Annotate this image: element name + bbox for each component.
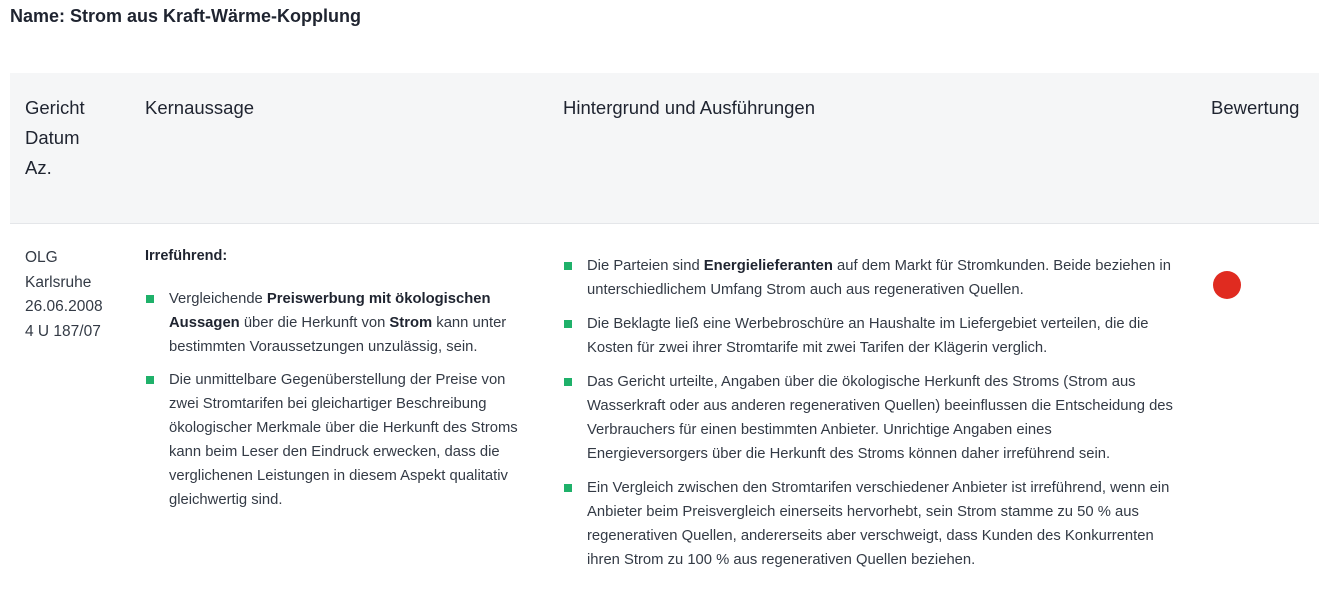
table-row: OLG Karlsruhe 26.06.2008 4 U 187/07 Irre… (10, 224, 1319, 604)
background-bullet-item: Ein Vergleich zwischen den Stromtarifen … (563, 476, 1173, 572)
text: Die Parteien sind (587, 258, 704, 274)
rating-red-dot-icon (1213, 271, 1241, 299)
core-bullet-list: Vergleichende Preiswerbung mit ökologisc… (145, 287, 525, 512)
text: Das Gericht urteilte, Angaben über die ö… (587, 374, 1173, 462)
background-bullet-item: Die Beklagte ließ eine Werbebroschüre an… (563, 312, 1173, 360)
green-square-bullet-icon (564, 378, 572, 386)
core-bullet-item: Vergleichende Preiswerbung mit ökologisc… (145, 287, 525, 359)
green-square-bullet-icon (564, 320, 572, 328)
text: über die Herkunft von (239, 315, 390, 331)
green-square-bullet-icon (564, 262, 572, 270)
case-number: 4 U 187/07 (25, 322, 101, 340)
court-location: Karlsruhe (25, 273, 92, 291)
header-court: Gericht Datum Az. (25, 97, 85, 178)
text: Die Beklagte ließ eine Werbebroschüre an… (587, 316, 1149, 356)
judgment-date: 26.06.2008 (25, 298, 103, 315)
header-background: Hintergrund und Ausführungen (563, 97, 815, 118)
header-core-statement: Kernaussage (145, 97, 255, 118)
table-header: Gericht Datum Az. Kernaussage Hintergrun… (10, 73, 1319, 224)
court-name: OLG (25, 249, 58, 266)
core-heading: Irreführend: (145, 248, 228, 264)
green-square-bullet-icon (146, 376, 154, 384)
green-square-bullet-icon (564, 484, 572, 492)
judgment-table: Gericht Datum Az. Kernaussage Hintergrun… (10, 73, 1319, 604)
background-bullet-item: Die Parteien sind Energielieferanten auf… (563, 254, 1173, 302)
text: Die unmittelbare Gegenüberstellung der P… (169, 372, 518, 508)
header-rating: Bewertung (1211, 97, 1300, 118)
page-title: Name: Strom aus Kraft-Wärme-Kopplung (10, 6, 362, 26)
core-bullet-item: Die unmittelbare Gegenüberstellung der P… (145, 368, 525, 512)
text: Ein Vergleich zwischen den Stromtarifen … (587, 480, 1170, 568)
background-bullet-list: Die Parteien sind Energielieferanten auf… (563, 254, 1173, 572)
text: Vergleichende (169, 291, 267, 307)
core-statement-cell: Irreführend: Vergleichende Preiswerbung … (145, 248, 525, 521)
green-square-bullet-icon (146, 295, 154, 303)
bold-text: Energielieferanten (703, 258, 833, 274)
background-bullet-item: Das Gericht urteilte, Angaben über die ö… (563, 370, 1173, 466)
background-cell: Die Parteien sind Energielieferanten auf… (563, 254, 1173, 582)
bold-text: Strom (389, 315, 433, 331)
court-cell: OLG Karlsruhe 26.06.2008 4 U 187/07 (25, 246, 135, 344)
